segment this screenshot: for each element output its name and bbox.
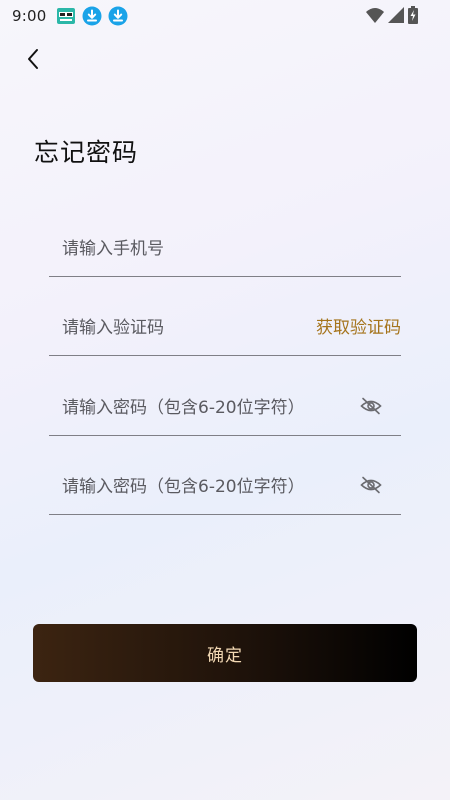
- get-code-button[interactable]: 获取验证码: [316, 313, 401, 338]
- back-button[interactable]: [18, 46, 48, 76]
- app-notification-icon: [56, 7, 76, 25]
- eye-off-icon: [360, 397, 382, 419]
- status-indicators: [366, 6, 418, 28]
- chevron-left-icon: [26, 48, 40, 74]
- download-icon: [82, 6, 102, 26]
- confirm-button-label: 确定: [207, 645, 243, 666]
- download-icon: [108, 6, 128, 26]
- phone-input[interactable]: [49, 239, 401, 259]
- phone-field: [49, 197, 401, 277]
- status-bar: 9:00: [0, 0, 450, 32]
- battery-charging-icon: [408, 6, 418, 28]
- confirm-password-visibility-toggle[interactable]: [359, 476, 383, 498]
- password-visibility-toggle[interactable]: [359, 397, 383, 419]
- confirm-password-field: [49, 435, 401, 515]
- confirm-password-input[interactable]: [49, 477, 359, 497]
- verification-code-input[interactable]: [49, 318, 316, 338]
- verification-code-field: 获取验证码: [49, 276, 401, 356]
- wifi-icon: [366, 7, 384, 27]
- cellular-signal-icon: [388, 7, 404, 27]
- password-input[interactable]: [49, 398, 359, 418]
- page-title: 忘记密码: [34, 138, 139, 167]
- confirm-button[interactable]: 确定: [33, 624, 417, 682]
- password-field: [49, 356, 401, 436]
- eye-off-icon: [360, 476, 382, 498]
- status-time: 9:00: [12, 7, 47, 25]
